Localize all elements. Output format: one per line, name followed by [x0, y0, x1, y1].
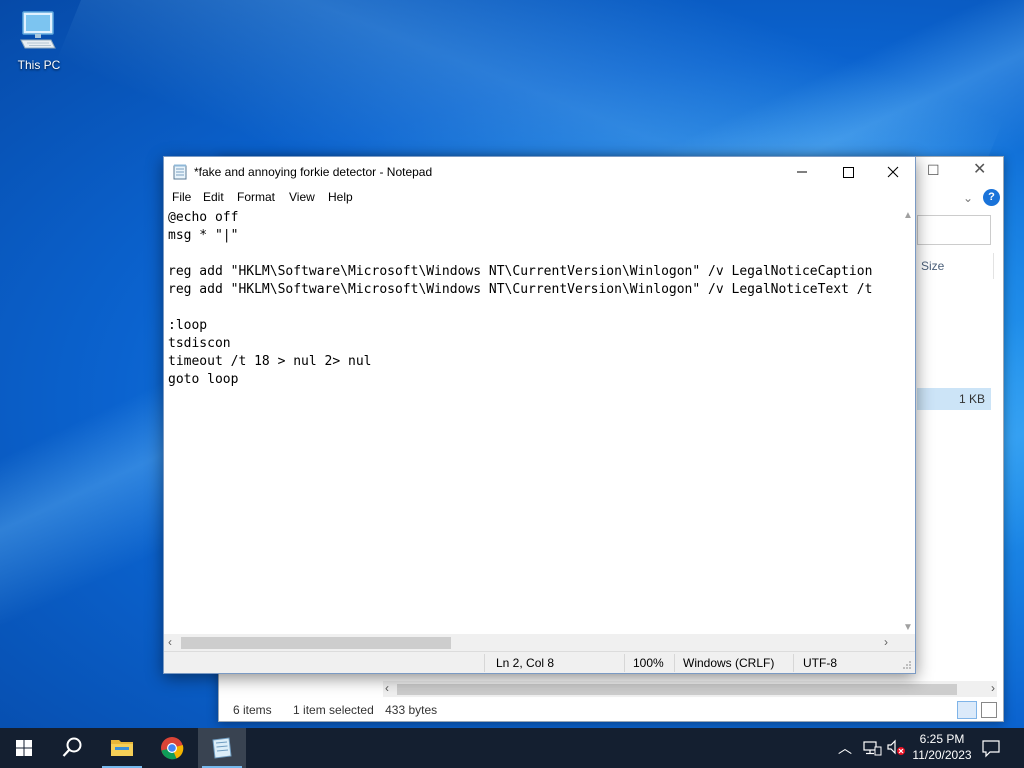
status-separator [793, 654, 794, 672]
network-icon[interactable] [862, 739, 882, 757]
menu-edit[interactable]: Edit [203, 190, 224, 204]
line-ending: Windows (CRLF) [683, 656, 775, 670]
computer-icon [17, 8, 61, 52]
chevron-down-icon[interactable]: ⌄ [963, 191, 973, 205]
chrome-icon [161, 737, 184, 760]
taskbar-chrome[interactable] [148, 728, 196, 768]
title-bar[interactable]: *fake and annoying forkie detector - Not… [164, 157, 915, 187]
status-separator [674, 654, 675, 672]
taskbar-notepad[interactable] [198, 728, 246, 768]
explorer-status-bar: 6 items 1 item selected 433 bytes [233, 703, 455, 717]
notepad-icon [173, 164, 188, 180]
resize-grip-icon[interactable] [902, 660, 912, 670]
menu-format[interactable]: Format [237, 190, 275, 204]
menu-file[interactable]: File [172, 190, 191, 204]
clock-date: 11/20/2023 [912, 748, 972, 762]
scroll-right-icon[interactable]: › [991, 681, 995, 695]
zoom-level: 100% [633, 656, 664, 670]
scroll-right-icon[interactable]: › [884, 635, 888, 649]
menu-view[interactable]: View [289, 190, 315, 204]
notepad-window[interactable]: *fake and annoying forkie detector - Not… [163, 156, 916, 674]
close-icon [887, 166, 899, 178]
status-separator [624, 654, 625, 672]
notification-icon [982, 740, 1000, 758]
maximize-icon [843, 167, 854, 178]
details-view-icon[interactable] [957, 701, 977, 719]
selection-size: 433 bytes [385, 703, 438, 717]
scroll-left-icon[interactable]: ‹ [168, 635, 172, 649]
encoding: UTF-8 [803, 656, 837, 670]
item-count: 6 items [233, 703, 272, 717]
help-icon[interactable]: ? [983, 189, 1000, 206]
text-editor[interactable]: @echo off msg * "|" reg add "HKLM\Softwa… [164, 208, 900, 634]
column-divider [993, 253, 994, 279]
maximize-button[interactable] [825, 157, 871, 187]
column-header-size[interactable]: Size [921, 259, 944, 273]
cursor-position: Ln 2, Col 8 [496, 656, 555, 670]
window-title: *fake and annoying forkie detector - Not… [194, 165, 433, 179]
notepad-status-bar: Ln 2, Col 8 100% Windows (CRLF) UTF-8 [164, 651, 915, 673]
maximize-icon[interactable]: ☐ [927, 163, 941, 177]
notepad-icon [212, 737, 232, 759]
file-explorer-icon [111, 740, 133, 756]
search-icon [62, 737, 82, 757]
minimize-icon [797, 171, 807, 173]
menu-help[interactable]: Help [328, 190, 353, 204]
close-button[interactable] [870, 157, 916, 187]
close-icon[interactable]: ✕ [973, 162, 989, 178]
desktop-icon-label: This PC [17, 58, 61, 72]
taskbar-file-explorer[interactable] [98, 728, 146, 768]
menu-bar: File Edit Format View Help [164, 187, 915, 207]
scrollbar-thumb[interactable] [181, 637, 451, 649]
taskbar: ︿ 6:25 PM 11/20/2023 [0, 728, 1024, 768]
scroll-down-icon[interactable]: ▼ [903, 622, 913, 633]
scroll-left-icon[interactable]: ‹ [385, 681, 389, 695]
desktop-icon-this-pc[interactable]: This PC [12, 8, 66, 72]
horizontal-scrollbar[interactable]: ‹ › [164, 634, 900, 651]
scroll-up-icon[interactable]: ▲ [903, 210, 913, 221]
clock[interactable]: 6:25 PM 11/20/2023 [912, 731, 972, 763]
scrollbar-corner [900, 634, 915, 651]
volume-muted-icon[interactable] [886, 739, 906, 757]
start-button[interactable] [0, 728, 48, 768]
file-size-cell: 1 KB [959, 392, 986, 406]
search-button[interactable] [48, 728, 96, 768]
search-input[interactable] [917, 215, 991, 245]
large-icons-view-icon[interactable] [981, 702, 997, 718]
horizontal-scrollbar[interactable]: ‹ › [383, 681, 997, 697]
minimize-button[interactable] [779, 157, 825, 187]
status-separator [484, 654, 485, 672]
windows-logo-icon [16, 740, 32, 756]
clock-time: 6:25 PM [919, 732, 965, 746]
scrollbar-thumb[interactable] [397, 684, 957, 695]
action-center-button[interactable] [980, 738, 1002, 758]
selection-info: 1 item selected [293, 703, 374, 717]
vertical-scrollbar[interactable]: ▲ ▼ [900, 208, 915, 635]
show-hidden-icons-chevron-icon[interactable]: ︿ [838, 738, 852, 758]
